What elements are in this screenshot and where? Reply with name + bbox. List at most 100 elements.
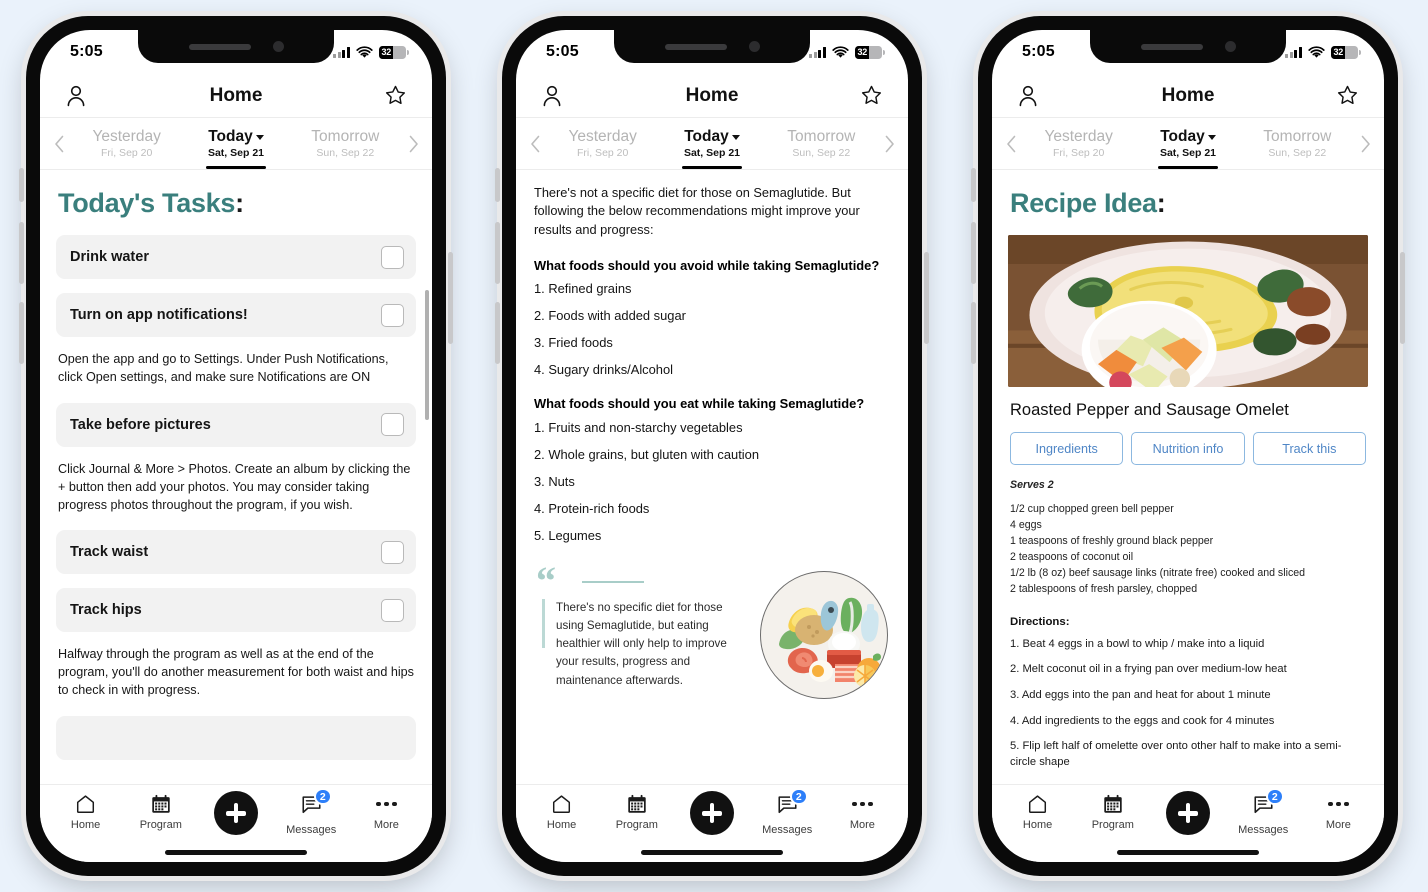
mute-switch[interactable] — [495, 168, 500, 202]
task-row[interactable]: Drink water — [56, 235, 416, 279]
list-item: 2. Whole grains, but gluten with caution — [534, 446, 760, 462]
task-row[interactable] — [56, 716, 416, 760]
tab-program[interactable]: Program — [128, 793, 194, 831]
date-tab-label: Tomorrow — [311, 127, 380, 145]
date-tab-date: Fri, Sep 20 — [1052, 146, 1105, 159]
volume-up-button[interactable] — [971, 222, 976, 284]
add-button[interactable] — [203, 791, 269, 835]
plus-icon[interactable] — [689, 791, 734, 835]
mute-switch[interactable] — [19, 168, 24, 202]
chevron-right-icon[interactable] — [876, 118, 902, 169]
track-this-button[interactable]: Track this — [1252, 432, 1366, 465]
chevron-left-icon[interactable] — [46, 118, 72, 169]
chevron-right-icon[interactable] — [400, 118, 426, 169]
ingredients-button[interactable]: Ingredients — [1010, 432, 1124, 465]
tab-messages[interactable]: 2 Messages — [1230, 788, 1296, 836]
date-tab-today[interactable]: Today Sat, Sep 21 — [1133, 118, 1242, 169]
task-note: Halfway through the program as well as a… — [58, 647, 414, 698]
chevron-left-icon[interactable] — [522, 118, 548, 169]
tab-more[interactable]: More — [1305, 793, 1371, 831]
mute-switch[interactable] — [971, 168, 976, 202]
task-checkbox[interactable] — [381, 413, 404, 437]
date-tab-date: Sat, Sep 21 — [207, 146, 264, 159]
task-row[interactable]: Take before pictures — [56, 402, 416, 447]
list-item: 2. Foods with added sugar — [534, 308, 686, 324]
date-tab-yesterday[interactable]: Yesterday Fri, Sep 20 — [548, 118, 657, 169]
tab-label: Messages — [1238, 824, 1289, 836]
tab-more[interactable]: More — [829, 793, 895, 831]
task-checkbox[interactable] — [381, 245, 404, 269]
power-button[interactable] — [448, 252, 453, 344]
chevron-down-icon[interactable] — [731, 135, 740, 141]
date-tab-tomorrow[interactable]: Tomorrow Sun, Sep 22 — [291, 118, 400, 169]
volume-down-button[interactable] — [971, 302, 976, 364]
add-button[interactable] — [679, 791, 745, 835]
chevron-down-icon[interactable] — [255, 135, 264, 141]
star-outline-icon[interactable] — [858, 82, 886, 110]
volume-down-button[interactable] — [19, 302, 24, 364]
plus-icon[interactable] — [1165, 791, 1210, 835]
chevron-left-icon[interactable] — [998, 118, 1024, 169]
date-tab-tomorrow[interactable]: Tomorrow Sun, Sep 22 — [1243, 118, 1352, 169]
power-button[interactable] — [1400, 252, 1405, 344]
tab-messages[interactable]: 2 Messages — [278, 788, 344, 836]
chevron-right-icon[interactable] — [1352, 118, 1378, 169]
tab-bar: Home Program 2 Messages More — [992, 784, 1384, 862]
profile-icon[interactable] — [62, 82, 90, 110]
date-tab-yesterday[interactable]: Yesterday Fri, Sep 20 — [1024, 118, 1133, 169]
wifi-icon — [356, 45, 373, 58]
tab-more[interactable]: More — [353, 793, 419, 831]
volume-down-button[interactable] — [495, 302, 500, 364]
notch — [614, 30, 810, 63]
chevron-down-icon[interactable] — [1207, 135, 1216, 141]
directions-heading: Directions: — [1010, 615, 1070, 628]
list-item: 1. Refined grains — [534, 281, 632, 297]
plus-icon[interactable] — [213, 791, 258, 835]
task-row[interactable]: Track waist — [56, 530, 416, 575]
front-camera — [272, 41, 284, 52]
power-button[interactable] — [924, 252, 929, 344]
ingredient-item: 1 teaspoons of freshly ground black pepp… — [1010, 535, 1214, 548]
messages-badge: 2 — [789, 788, 808, 805]
volume-up-button[interactable] — [495, 222, 500, 284]
tab-program[interactable]: Program — [1080, 793, 1146, 831]
messages-icon-wrap: 2 — [776, 788, 808, 820]
task-note: Open the app and go to Settings. Under P… — [58, 352, 389, 384]
battery-icon: 32 — [855, 45, 886, 59]
tab-home[interactable]: Home — [1005, 793, 1071, 831]
battery-percent: 32 — [857, 47, 868, 57]
home-icon — [77, 795, 95, 813]
recipe-action-buttons: Ingredients Nutrition info Track this — [1010, 432, 1366, 465]
screenshot-stage: 5:05 32 Home Yesterday Fri, Sep 20 Today… — [0, 0, 1428, 892]
tab-program[interactable]: Program — [604, 793, 670, 831]
star-outline-icon[interactable] — [382, 82, 410, 110]
cellular-signal-icon — [1285, 46, 1302, 58]
earpiece-speaker — [188, 43, 251, 50]
task-checkbox[interactable] — [381, 303, 404, 327]
volume-up-button[interactable] — [19, 222, 24, 284]
tab-label: Home — [70, 819, 101, 831]
nutrition-info-button[interactable]: Nutrition info — [1131, 432, 1245, 465]
task-checkbox[interactable] — [381, 540, 404, 564]
date-tab-tomorrow[interactable]: Tomorrow Sun, Sep 22 — [767, 118, 876, 169]
date-tab-yesterday[interactable]: Yesterday Fri, Sep 20 — [72, 118, 181, 169]
quote-bar — [542, 598, 545, 649]
task-row[interactable]: Track hips — [56, 588, 416, 633]
tab-messages[interactable]: 2 Messages — [754, 788, 820, 836]
tab-home[interactable]: Home — [529, 793, 595, 831]
tab-label: Home — [1022, 819, 1053, 831]
article-intro: There's not a specific diet for those on… — [534, 185, 860, 237]
profile-icon[interactable] — [538, 82, 566, 110]
date-tab-today[interactable]: Today Sat, Sep 21 — [657, 118, 766, 169]
home-indicator — [641, 850, 783, 855]
vertical-scrollbar[interactable] — [425, 290, 429, 420]
app-bar: Home — [992, 74, 1384, 118]
date-tab-today[interactable]: Today Sat, Sep 21 — [181, 118, 290, 169]
add-button[interactable] — [1155, 791, 1221, 835]
task-checkbox[interactable] — [381, 598, 404, 622]
front-camera — [1224, 41, 1236, 52]
tab-home[interactable]: Home — [53, 793, 119, 831]
star-outline-icon[interactable] — [1334, 82, 1362, 110]
task-row[interactable]: Turn on app notifications! — [56, 293, 416, 337]
profile-icon[interactable] — [1014, 82, 1042, 110]
